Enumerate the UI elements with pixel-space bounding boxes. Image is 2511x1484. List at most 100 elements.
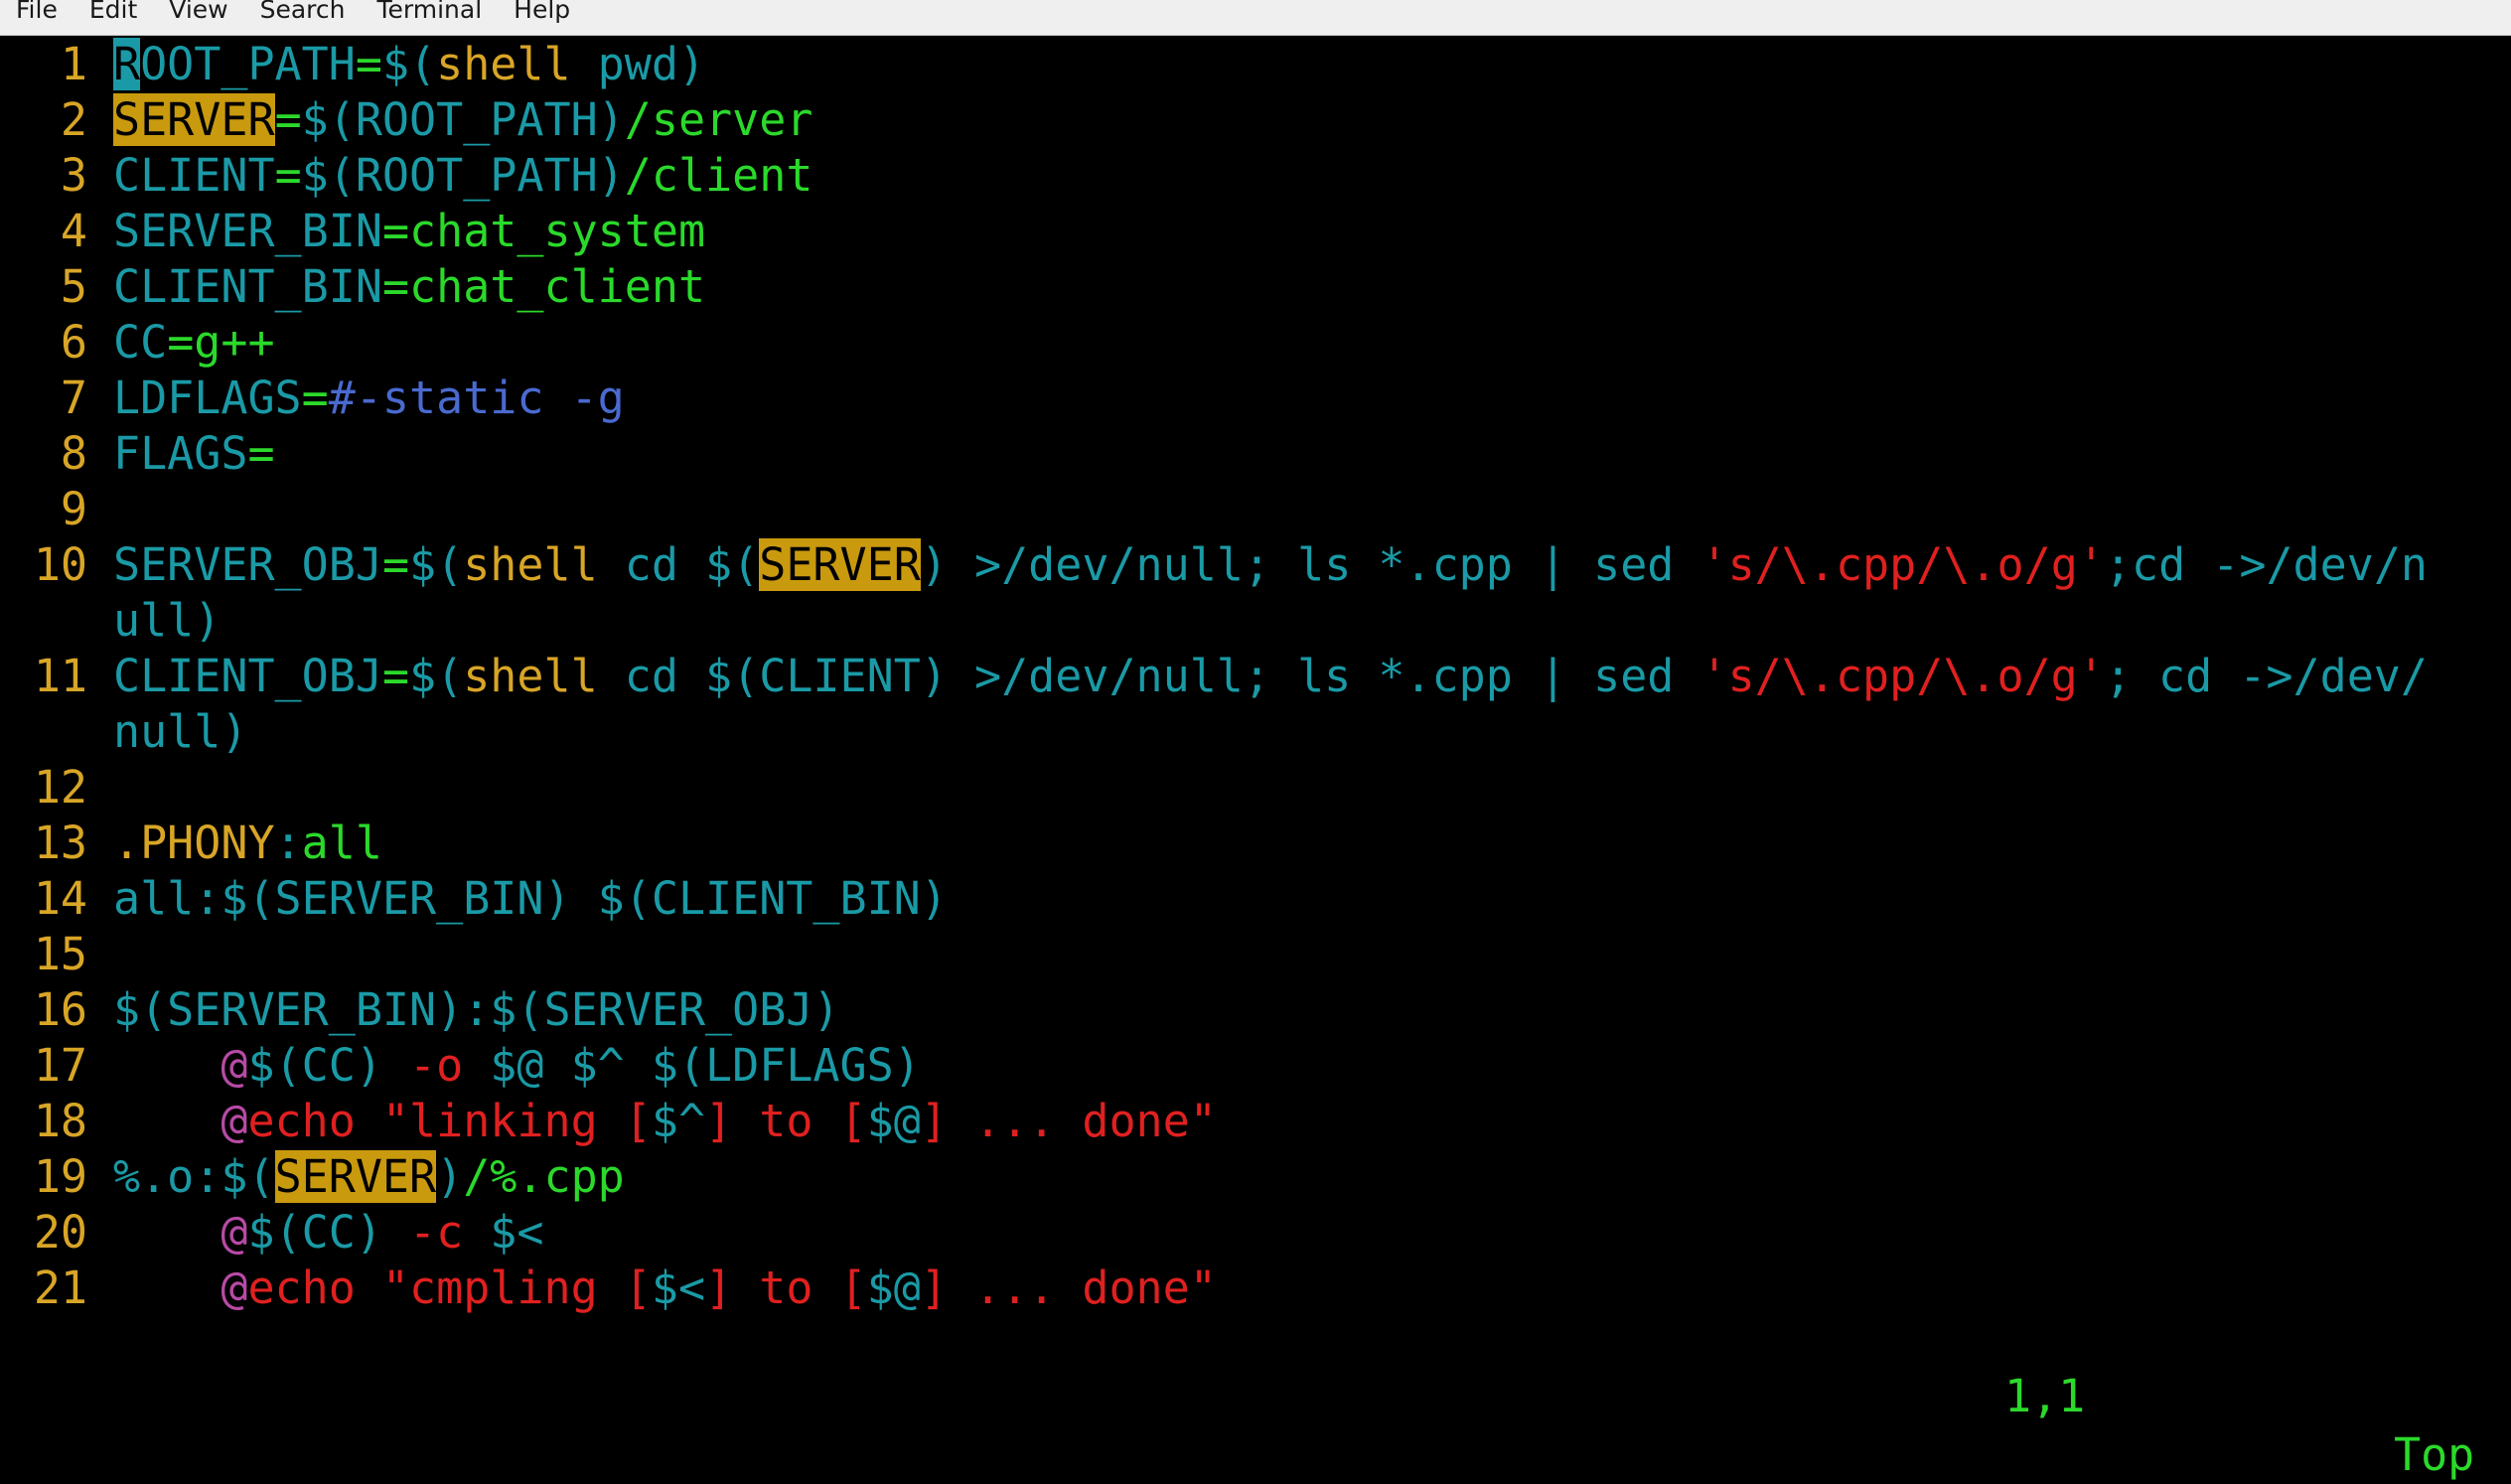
search-match: SERVER: [274, 1150, 437, 1203]
editor-area[interactable]: 1 ROOT_PATH=$(shell pwd) 2 SERVER=$(ROOT_PA…: [0, 37, 2511, 1328]
token-value: =: [355, 38, 382, 90]
token-identifier: FLAGS: [113, 427, 248, 480]
search-match: SERVER: [113, 93, 275, 146]
line-number: 2: [60, 93, 87, 146]
token-recipe-prefix: @: [221, 1261, 248, 1314]
token-identifier: all:$(SERVER_BIN) $(CLIENT_BIN): [113, 872, 948, 925]
line-number: 9: [60, 483, 87, 535]
line-number: 1: [60, 38, 87, 90]
token-string: ] ... done": [920, 1261, 1217, 1314]
token-identifier: ; cd ->/dev/: [2104, 650, 2428, 702]
line-number: 15: [33, 928, 87, 980]
token-identifier: $@: [866, 1261, 921, 1314]
token-identifier: $(SERVER_BIN):$(SERVER_OBJ): [113, 983, 840, 1036]
token-value: /client: [624, 149, 813, 202]
token-identifier: $@: [866, 1095, 921, 1147]
token-value: =: [301, 371, 329, 424]
token-value: =chat_client: [381, 260, 706, 313]
line-text: CLIENT=$(ROOT_PATH)/client: [113, 148, 812, 204]
token-string: ] to [: [705, 1261, 867, 1314]
line-text: all:$(SERVER_BIN) $(CLIENT_BIN): [113, 871, 948, 927]
token-identifier: [113, 1206, 221, 1259]
token-identifier: $(: [409, 650, 464, 702]
token-value: =g++: [167, 316, 275, 369]
token-identifier: [113, 1095, 221, 1147]
line-text: %.o:$(SERVER)/%.cpp: [113, 1149, 625, 1205]
token-recipe-prefix: @: [221, 1095, 248, 1147]
token-string: 's/\.cpp/\.o/g': [1700, 538, 2105, 591]
token-identifier: cd $(: [597, 538, 760, 591]
line-text: @$(CC) -c $<: [113, 1205, 544, 1261]
status-line: 1,1 Top: [0, 1308, 2511, 1481]
token-identifier: $^: [651, 1095, 706, 1147]
token-value: /server: [624, 93, 813, 146]
token-recipe-prefix: @: [221, 1206, 248, 1259]
token-identifier: CLIENT_OBJ: [113, 650, 382, 702]
token-value: =: [381, 538, 410, 591]
token-value: =: [381, 650, 410, 702]
token-comment: #-static -g: [328, 371, 625, 424]
menu-edit[interactable]: Edit: [74, 0, 153, 22]
line-number: 5: [60, 260, 87, 313]
line-number: 14: [33, 872, 87, 925]
line-number: 16: [33, 983, 87, 1036]
token-identifier: OOT_PATH: [140, 38, 356, 90]
token-identifier: $(CC): [247, 1039, 410, 1092]
token-string: -o: [409, 1039, 464, 1092]
line-text: CLIENT_OBJ=$(shell cd $(CLIENT) >/dev/nu…: [113, 649, 2428, 704]
line-number: 7: [60, 371, 87, 424]
token-identifier: cd $(CLIENT) >/dev/null; ls *.cpp | sed: [597, 650, 1701, 702]
line-text: .PHONY:all: [113, 816, 382, 871]
token-recipe-prefix: @: [221, 1039, 248, 1092]
token-string: echo "cmpling [: [247, 1261, 652, 1314]
line-text: LDFLAGS=#-static -g: [113, 371, 625, 426]
token-identifier: $<: [463, 1206, 544, 1259]
token-identifier: $(CC): [247, 1206, 410, 1259]
menu-bar: File Edit View Search Terminal Help: [0, 0, 2511, 36]
line-number: 11: [33, 650, 87, 702]
line-number: 12: [33, 761, 87, 814]
token-identifier: [113, 1039, 221, 1092]
token-value: =: [274, 93, 302, 146]
line-number: 18: [33, 1095, 87, 1147]
token-identifier: ) >/dev/null; ls *.cpp | sed: [920, 538, 1701, 591]
token-value: all: [301, 816, 382, 869]
line-text: ROOT_PATH=$(shell pwd): [113, 37, 705, 92]
token-function: .PHONY: [113, 816, 275, 869]
line-number: 4: [60, 205, 87, 257]
token-value: =: [274, 149, 302, 202]
token-value: =chat_system: [381, 205, 706, 257]
menu-search[interactable]: Search: [244, 0, 362, 22]
token-identifier: $(: [381, 38, 437, 90]
token-string: 's/\.cpp/\.o/g': [1700, 650, 2105, 702]
token-identifier: $(ROOT_PATH): [301, 149, 625, 202]
token-value: =: [247, 427, 275, 480]
line-text: CLIENT_BIN=chat_client: [113, 259, 705, 315]
text-cursor: R: [113, 38, 141, 90]
token-identifier: %.o:$(: [113, 1150, 275, 1203]
line-text: @$(CC) -o $@ $^ $(LDFLAGS): [113, 1038, 920, 1094]
menu-view[interactable]: View: [153, 0, 243, 22]
token-identifier: CLIENT: [113, 149, 275, 202]
line-text: $(SERVER_BIN):$(SERVER_OBJ): [113, 982, 840, 1038]
token-identifier: [113, 1261, 221, 1314]
menu-file[interactable]: File: [0, 0, 74, 22]
menu-help[interactable]: Help: [498, 0, 586, 22]
token-function: shell: [463, 538, 598, 591]
token-identifier: :: [274, 816, 302, 869]
line-text: ull): [113, 593, 221, 649]
token-identifier: SERVER_OBJ: [113, 538, 382, 591]
line-number: 13: [33, 816, 87, 869]
token-identifier: ): [436, 1150, 464, 1203]
line-text: @echo "linking [$^] to [$@] ... done": [113, 1094, 1216, 1149]
token-function: shell: [463, 650, 598, 702]
token-value: /%.cpp: [463, 1150, 625, 1203]
menu-terminal[interactable]: Terminal: [361, 0, 498, 22]
token-identifier: SERVER_BIN: [113, 205, 382, 257]
token-identifier: pwd): [570, 38, 706, 90]
line-number: 17: [33, 1039, 87, 1092]
line-text: SERVER_OBJ=$(shell cd $(SERVER) >/dev/nu…: [113, 537, 2428, 593]
line-number: 3: [60, 149, 87, 202]
line-text: SERVER_BIN=chat_system: [113, 204, 705, 259]
scroll-position-indicator: Top: [2394, 1428, 2475, 1481]
